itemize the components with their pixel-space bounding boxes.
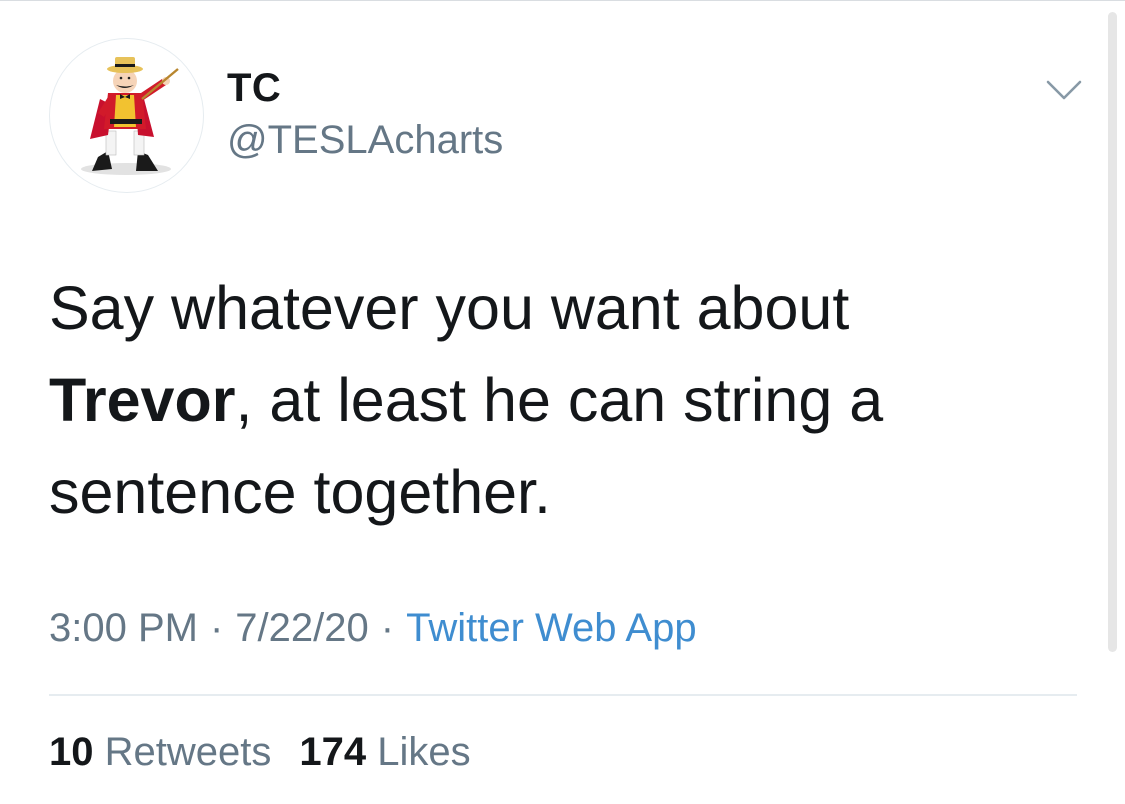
likes-stat[interactable]: 174 Likes <box>299 730 470 775</box>
meta-separator: · <box>209 606 224 650</box>
chevron-down-icon <box>1046 80 1082 100</box>
tweet-text-line1: Say whatever you want about <box>49 274 850 342</box>
tweet-text-line2: , at least he can string a <box>235 366 884 434</box>
scrollbar[interactable] <box>1108 12 1117 652</box>
tweet-menu-button[interactable] <box>1044 76 1084 106</box>
tweet-meta: 3:00 PM · 7/22/20 · Twitter Web App <box>49 606 697 651</box>
stats-divider <box>49 694 1077 696</box>
retweets-stat[interactable]: 10 Retweets <box>49 730 271 775</box>
tweet-time[interactable]: 3:00 PM <box>49 606 198 650</box>
tweet-text-bold-word: Trevor <box>49 366 236 434</box>
tweet-text-line3: sentence together. <box>49 458 551 526</box>
tweet-date[interactable]: 7/22/20 <box>235 606 368 650</box>
tweet-stats: 10 Retweets 174 Likes <box>49 730 471 775</box>
tweet-text: Say whatever you want about Trevor, at l… <box>49 262 1049 538</box>
retweets-count: 10 <box>49 730 94 774</box>
author-display-name[interactable]: TC <box>227 66 281 111</box>
meta-separator: · <box>380 606 395 650</box>
likes-label: Likes <box>377 730 471 774</box>
likes-count: 174 <box>299 730 367 774</box>
author-avatar[interactable] <box>49 38 204 193</box>
retweets-label: Retweets <box>104 730 272 774</box>
ringmaster-avatar-icon <box>81 57 179 175</box>
top-divider <box>0 0 1125 1</box>
author-handle[interactable]: @TESLAcharts <box>227 118 503 163</box>
tweet-source-link[interactable]: Twitter Web App <box>406 606 697 650</box>
